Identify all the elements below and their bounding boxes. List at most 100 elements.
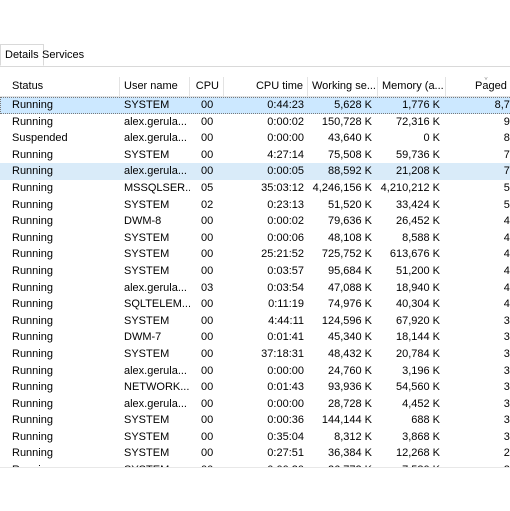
cell-status: Running bbox=[12, 264, 53, 277]
table-row[interactable]: Running SYSTEM 00 0:00:36 144,144 K 688 K 30 bbox=[0, 412, 510, 429]
cell-user-name: SQLTELEM... bbox=[124, 298, 190, 311]
table-row[interactable]: Running MSSQLSER... 05 35:03:12 4,246,156 K 4… bbox=[0, 180, 510, 197]
table-row[interactable]: Running alex.gerula... 00 0:00:00 24,760 K 3,… bbox=[0, 363, 510, 380]
cell-status: Running bbox=[12, 381, 53, 394]
table-row[interactable]: Running SQLTELEM... 00 0:11:19 74,976 K 40,30… bbox=[0, 296, 510, 313]
cell-status: Running bbox=[12, 331, 53, 344]
cell-working-set: 725,752 K bbox=[321, 248, 372, 261]
cell-user-name: alex.gerula... bbox=[124, 132, 187, 145]
cell-paged-pool: 92 bbox=[503, 115, 510, 128]
table-row[interactable]: Running SYSTEM 00 0:44:23 5,628 K 1,776 K 8,76 bbox=[0, 97, 510, 114]
cell-paged-pool: 55 bbox=[503, 198, 510, 211]
cell-memory: 51,200 K bbox=[395, 264, 440, 277]
cell-cpu: 00 bbox=[201, 248, 214, 261]
cell-working-set: 24,760 K bbox=[327, 364, 372, 377]
cell-cpu-time: 37:18:31 bbox=[261, 347, 304, 360]
cell-memory: 688 K bbox=[411, 414, 440, 427]
cell-memory: 12,268 K bbox=[395, 447, 440, 460]
cell-user-name: SYSTEM bbox=[124, 198, 170, 211]
cell-cpu-time: 0:00:36 bbox=[267, 414, 304, 427]
cell-user-name: SYSTEM bbox=[124, 231, 170, 244]
cell-status: Running bbox=[12, 215, 53, 228]
cell-cpu: 00 bbox=[201, 264, 214, 277]
cell-cpu-time: 0:35:04 bbox=[267, 430, 304, 443]
cell-paged-pool: 30 bbox=[503, 430, 510, 443]
cell-working-set: 43,640 K bbox=[327, 132, 372, 145]
table-row[interactable]: Running DWM-8 00 0:00:02 79,636 K 26,452 K 49 bbox=[0, 213, 510, 230]
cell-paged-pool: 84 bbox=[503, 132, 510, 145]
table-row[interactable]: Running NETWORK... 00 0:01:43 93,936 K 54,560… bbox=[0, 379, 510, 396]
cell-user-name: SYSTEM bbox=[124, 414, 170, 427]
table-row[interactable]: Running alex.gerula... 00 0:00:00 28,728 K 4,… bbox=[0, 396, 510, 413]
column-header-user-name[interactable]: User name bbox=[120, 77, 190, 96]
table-row[interactable]: Running SYSTEM 00 0:00:06 48,108 K 8,588 K 49 bbox=[0, 230, 510, 247]
cell-cpu: 00 bbox=[201, 414, 214, 427]
column-header-cpu-time[interactable]: CPU time bbox=[224, 77, 308, 96]
cell-cpu-time: 0:00:00 bbox=[267, 364, 304, 377]
cell-cpu-time: 0:00:02 bbox=[267, 115, 304, 128]
column-header-working-set[interactable]: Working se... bbox=[308, 77, 378, 96]
cell-status: Running bbox=[12, 231, 53, 244]
cell-cpu: 00 bbox=[201, 132, 214, 145]
cell-memory: 33,424 K bbox=[395, 198, 440, 211]
cell-paged-pool: 36 bbox=[503, 331, 510, 344]
table-row[interactable]: Running SYSTEM 00 25:21:52 725,752 K 613,676 … bbox=[0, 246, 510, 263]
cell-cpu-time: 4:44:11 bbox=[268, 314, 304, 327]
table-row[interactable]: Running alex.gerula... 00 0:00:05 88,592 K 21… bbox=[0, 163, 510, 180]
cell-cpu: 00 bbox=[201, 165, 214, 178]
cell-cpu: 00 bbox=[201, 397, 214, 410]
cell-working-set: 124,596 K bbox=[321, 314, 372, 327]
table-row[interactable]: Running SYSTEM 00 37:18:31 48,432 K 20,784 K 3… bbox=[0, 346, 510, 363]
cell-cpu-time: 4:27:14 bbox=[267, 148, 304, 161]
column-header-cpu[interactable]: CPU bbox=[190, 77, 224, 96]
table-row[interactable]: Running SYSTEM 00 4:44:11 124,596 K 67,920 K 3… bbox=[0, 313, 510, 330]
cell-paged-pool: 42 bbox=[503, 264, 510, 277]
cell-paged-pool: 32 bbox=[503, 381, 510, 394]
cell-memory: 1,776 K bbox=[402, 99, 440, 111]
cell-working-set: 48,432 K bbox=[327, 347, 372, 360]
cell-cpu-time: 0:00:02 bbox=[267, 215, 304, 228]
cell-working-set: 150,728 K bbox=[321, 115, 372, 128]
cell-cpu: 00 bbox=[201, 331, 214, 344]
cell-cpu: 00 bbox=[201, 115, 214, 128]
process-table: Status User name CPU CPU time Working se… bbox=[0, 77, 510, 467]
table-row[interactable]: Suspended alex.gerula... 00 0:00:00 43,640 K… bbox=[0, 130, 510, 147]
cell-paged-pool: 48 bbox=[503, 248, 510, 261]
cell-status: Running bbox=[12, 281, 53, 294]
cell-user-name: alex.gerula... bbox=[124, 165, 187, 178]
cell-status: Running bbox=[12, 314, 53, 327]
cell-cpu-time: 35:03:12 bbox=[261, 181, 304, 194]
tab-services[interactable]: Services bbox=[38, 45, 88, 65]
cell-user-name: SYSTEM bbox=[124, 248, 170, 261]
cell-paged-pool: 49 bbox=[503, 215, 510, 228]
table-body: Running SYSTEM 00 0:44:23 5,628 K 1,776 K 8,76… bbox=[0, 97, 510, 467]
table-row[interactable]: Running DWM-7 00 0:01:41 45,340 K 18,144 K 36 bbox=[0, 329, 510, 346]
cell-status: Running bbox=[12, 148, 53, 161]
table-row[interactable]: Running SYSTEM 00 0:27:51 36,384 K 12,268 K 28 bbox=[0, 445, 510, 462]
table-row[interactable]: Running SYSTEM 00 0:35:04 8,312 K 3,868 K 30 bbox=[0, 429, 510, 446]
cell-status: Running bbox=[12, 447, 53, 460]
cell-cpu-time: 0:27:51 bbox=[267, 447, 304, 460]
cell-working-set: 95,684 K bbox=[327, 264, 372, 277]
cell-cpu-time: 0:44:23 bbox=[267, 99, 304, 111]
cell-cpu: 02 bbox=[201, 198, 214, 211]
cell-paged-pool: 8,76 bbox=[494, 99, 510, 111]
column-header-status[interactable]: Status bbox=[0, 77, 120, 96]
cell-working-set: 36,384 K bbox=[327, 447, 372, 460]
cell-status: Running bbox=[12, 364, 53, 377]
cell-working-set: 88,592 K bbox=[327, 165, 372, 178]
cell-working-set: 47,088 K bbox=[327, 281, 372, 294]
column-header-memory[interactable]: Memory (a... bbox=[378, 77, 446, 96]
cell-cpu: 00 bbox=[201, 215, 214, 228]
column-header-paged-pool[interactable]: Paged p bbox=[446, 77, 510, 96]
table-row[interactable]: Running SYSTEM 00 0:03:57 95,684 K 51,200 K 42 bbox=[0, 263, 510, 280]
cell-cpu: 00 bbox=[201, 314, 214, 327]
table-row[interactable]: Running SYSTEM 02 0:23:13 51,520 K 33,424 K 55 bbox=[0, 197, 510, 214]
cell-status: Suspended bbox=[12, 132, 68, 145]
cell-paged-pool: 77 bbox=[503, 165, 510, 178]
cell-user-name: SYSTEM bbox=[124, 99, 170, 111]
table-row[interactable]: Running alex.gerula... 00 0:00:02 150,728 K 7… bbox=[0, 114, 510, 131]
table-row[interactable]: Running alex.gerula... 03 0:03:54 47,088 K 18… bbox=[0, 280, 510, 297]
cell-cpu: 00 bbox=[201, 298, 214, 311]
table-row[interactable]: Running SYSTEM 00 4:27:14 75,508 K 59,736 K 78 bbox=[0, 147, 510, 164]
